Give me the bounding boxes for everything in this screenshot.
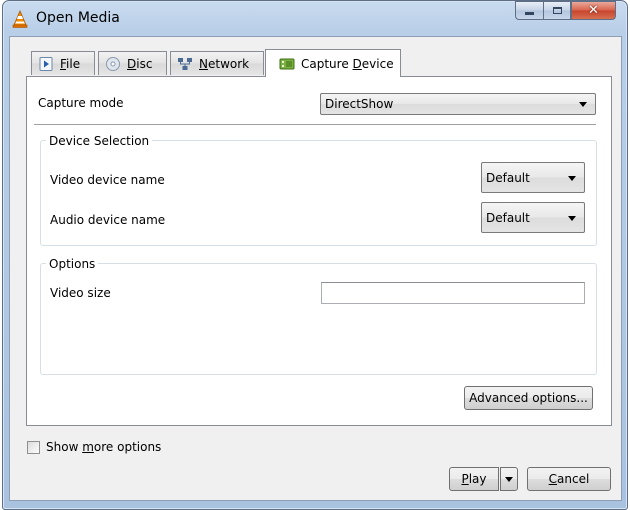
maximize-button[interactable]	[543, 1, 571, 20]
capture-device-icon	[279, 58, 295, 69]
options-group	[40, 263, 597, 375]
caption-buttons: ✕	[515, 1, 616, 20]
video-device-dropdown[interactable]: Default	[481, 162, 585, 193]
chevron-down-icon	[505, 476, 513, 482]
minimize-button[interactable]	[515, 1, 543, 20]
audio-device-value: Default	[486, 210, 530, 225]
tab-capture-device[interactable]: Capture Device	[265, 49, 401, 77]
video-size-input[interactable]	[321, 282, 585, 304]
device-selection-title: Device Selection	[46, 134, 153, 148]
close-button[interactable]: ✕	[571, 1, 616, 20]
show-more-options-checkbox[interactable]	[27, 441, 40, 454]
capture-mode-value: DirectShow	[325, 97, 394, 111]
video-device-value: Default	[486, 170, 530, 185]
play-dropdown-button[interactable]	[500, 467, 518, 491]
options-title: Options	[46, 257, 99, 271]
video-size-label: Video size	[50, 286, 111, 300]
tab-network[interactable]: Network	[170, 51, 264, 75]
tab-network-label: Network	[199, 56, 250, 71]
capture-mode-dropdown[interactable]: DirectShow	[320, 93, 596, 115]
video-device-label: Video device name	[50, 173, 165, 187]
tab-disc-label: Disc	[127, 56, 153, 71]
chevron-down-icon	[579, 102, 587, 107]
tab-file[interactable]: File	[31, 51, 95, 75]
tab-disc[interactable]: Disc	[98, 51, 167, 75]
close-icon: ✕	[588, 3, 599, 18]
chevron-down-icon	[568, 216, 576, 221]
tab-file-label: File	[60, 56, 81, 71]
chevron-down-icon	[568, 176, 576, 181]
cancel-button[interactable]: Cancel	[527, 467, 611, 491]
minimize-icon	[525, 12, 534, 15]
advanced-options-button[interactable]: Advanced options...	[464, 386, 593, 410]
file-icon	[39, 56, 53, 71]
show-more-options-label[interactable]: Show more options	[46, 440, 161, 454]
separator	[34, 124, 596, 126]
vlc-cone-icon	[12, 10, 28, 28]
audio-device-dropdown[interactable]: Default	[481, 202, 585, 233]
network-icon	[178, 57, 192, 70]
maximize-icon	[552, 7, 562, 14]
capture-mode-label: Capture mode	[38, 96, 124, 110]
play-button[interactable]: Play	[449, 467, 499, 491]
audio-device-label: Audio device name	[50, 213, 166, 227]
window-title: Open Media	[36, 10, 120, 26]
disc-icon	[106, 56, 120, 71]
tab-capture-device-label: Capture Device	[301, 56, 394, 71]
